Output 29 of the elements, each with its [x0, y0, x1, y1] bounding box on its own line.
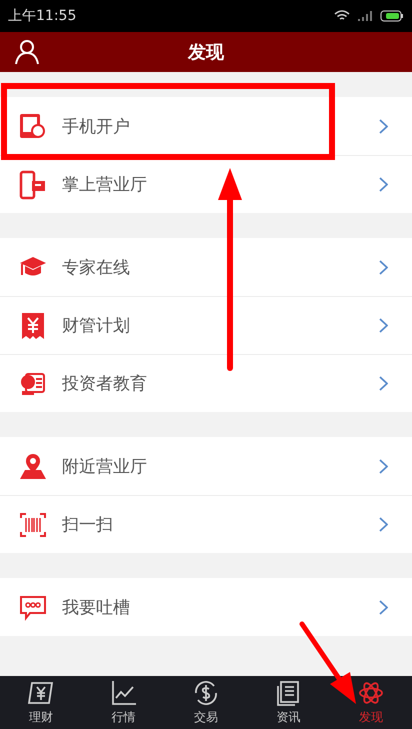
chevron-icon — [379, 177, 388, 192]
menu-row[interactable]: 手机开户 — [0, 97, 412, 155]
chevron-icon — [379, 260, 388, 274]
menu-row[interactable]: 扫一扫 — [0, 495, 412, 553]
menu-row[interactable]: 附近营业厅 — [0, 437, 412, 495]
battery-icon — [380, 10, 404, 22]
menu-row[interactable]: 我要吐槽 — [0, 578, 412, 636]
menu-row[interactable]: 财管计划 — [0, 296, 412, 354]
signal-icon — [358, 10, 372, 22]
tab-item[interactable]: 交易 — [164, 676, 248, 729]
map-pin-icon — [18, 451, 48, 481]
wifi-icon — [334, 10, 350, 22]
tab-item[interactable]: 行情 — [82, 676, 165, 729]
tab-item[interactable]: 理财 — [0, 676, 82, 729]
chevron-icon — [379, 458, 388, 474]
chevron-icon — [379, 600, 388, 614]
chevron-icon — [379, 118, 388, 134]
status-time: 上午11:55 — [8, 7, 76, 25]
menu-row[interactable]: 投资者教育 — [0, 354, 412, 412]
chevron-icon — [379, 318, 388, 333]
page-title: 发现 — [188, 41, 224, 64]
tablet-icon — [18, 111, 48, 141]
phone-card-icon — [18, 170, 48, 200]
tab-item[interactable]: 资讯 — [247, 676, 330, 729]
tab-item[interactable]: 发现 — [330, 676, 412, 729]
chevron-icon — [379, 517, 388, 532]
chevron-icon — [379, 376, 388, 391]
menu-row[interactable]: 专家在线 — [0, 238, 412, 296]
user-icon[interactable] — [14, 39, 40, 65]
